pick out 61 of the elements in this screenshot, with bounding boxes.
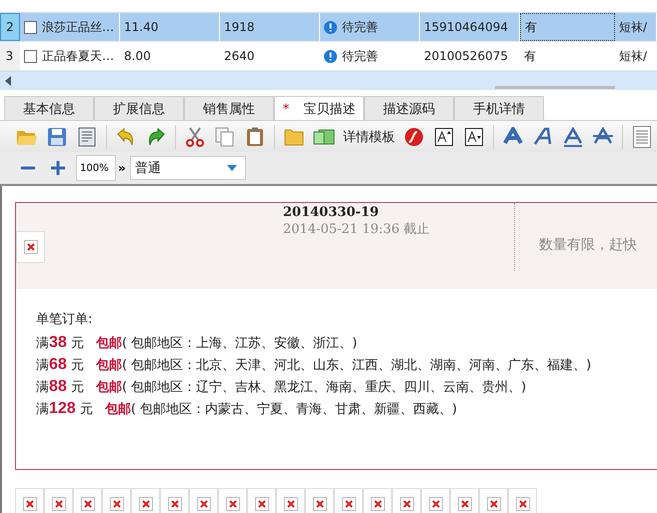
table-cell: 短袜/ [615,13,657,41]
table-cell-text: 短袜/ [618,48,648,64]
page-icon[interactable] [633,126,651,148]
clipboard-icon[interactable] [246,126,264,146]
dropdown-caret-icon [226,165,237,171]
table-cell-text: 有 [523,48,537,64]
scroll-left-icon[interactable] [4,76,12,86]
tab[interactable]: 扩展信息 [94,96,184,120]
row-number: 3 [0,42,20,70]
shipping-rule: 满68 元 包邮( 包邮地区：北京、天津、河北、山东、江西、湖北、湖南、河南、广东、福建、) [36,355,592,375]
table-cell: 待完善 [342,48,378,64]
table-cell: 待完善 [342,18,378,36]
row-number: 2 [0,13,20,41]
text-underline-icon[interactable] [562,126,584,146]
row-checkbox[interactable] [24,50,37,62]
info-icon [324,50,337,62]
table-cell-text: 20100526075 [423,48,509,65]
folder-icon[interactable] [284,128,304,146]
table-cell: 正品春夏天… [42,48,114,64]
font-size-decrease-icon[interactable] [465,128,483,146]
tab[interactable]: 手机详情 [454,96,544,120]
more-button[interactable]: » [118,161,126,175]
tab[interactable]: 描述源码 [364,96,454,120]
zoom-field[interactable]: 100% [76,155,116,181]
table-row[interactable]: 2 浪莎正品丝… 11.40 1918 待完善 15910464094 有 短袜/ [0,13,657,42]
deadline-text: 2014-05-21 19:36 截止 [283,221,431,238]
font-size-increase-icon[interactable] [435,128,453,146]
copy-icon[interactable] [215,126,235,146]
shipping-rule: 满88 元 包邮( 包邮地区：辽宁、吉林、黑龙江、海南、重庆、四川、云南、贵州、) [36,377,528,397]
scissors-icon[interactable] [185,126,205,146]
broken-image-icon [24,240,38,254]
table-cell: 有 [520,13,615,41]
table-cell: 1918 [220,13,320,41]
table-cell-text: 8.00 [123,48,152,65]
undo-icon[interactable] [116,126,136,146]
redo-icon[interactable] [146,126,166,146]
tab[interactable]: 基本信息 [4,96,94,120]
promo-code: 20140330-19 [283,205,380,220]
row-checkbox[interactable] [24,20,37,34]
shipping-rule: 满128 元 包邮( 包邮地区：内蒙古、宁夏、青海、甘肃、新疆、西藏、) [36,399,458,419]
flash-icon[interactable] [404,126,424,146]
table-cell: 浪莎正品丝… [42,18,114,36]
save-icon[interactable] [47,126,67,146]
document-icon[interactable] [78,126,96,146]
tab[interactable]: * 宝贝描述 [274,96,364,120]
table-cell: 15910464094 [420,13,520,41]
table-cell: 11.40 [120,13,220,41]
template-button[interactable]: 详情模板 [339,128,399,146]
picture-icon[interactable] [313,128,335,146]
zoom-in-icon[interactable] [50,160,66,176]
horizontal-scrollbar[interactable] [0,71,657,90]
tab[interactable]: 销售属性 [184,96,274,120]
order-label: 单笔订单: [36,311,94,329]
notice-text: 数量有限，赶快 [539,237,637,253]
paragraph-style-dropdown[interactable]: 普通 [130,156,246,180]
text-bold-icon[interactable] [502,126,524,146]
table-cell-text: 2640 [223,48,256,65]
shipping-rule: 满38 元 包邮( 包邮地区：上海、江苏、安徽、浙江、) [36,333,358,353]
text-italic-icon[interactable] [532,126,554,146]
info-icon [324,20,337,34]
text-strike-icon[interactable] [592,126,614,146]
